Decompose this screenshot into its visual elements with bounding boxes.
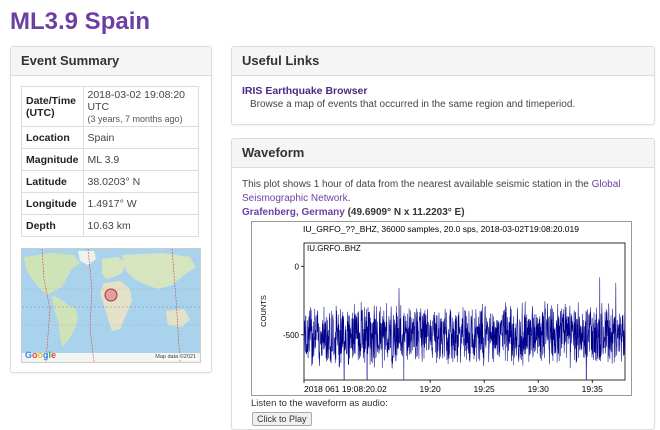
google-logo: Google	[25, 350, 57, 360]
y-axis-label: COUNTS	[259, 295, 268, 327]
row-key: Depth	[21, 214, 84, 237]
table-row: Longitude 1.4917° W	[21, 192, 199, 215]
world-map-image	[22, 249, 200, 362]
row-value: 38.0203° N	[82, 170, 199, 193]
datetime-ago: (3 years, 7 months ago)	[87, 113, 183, 124]
link-description: Browse a map of events that occurred in …	[250, 99, 576, 110]
play-audio-button[interactable]: Click to Play	[252, 412, 312, 426]
row-value: ML 3.9	[82, 148, 199, 171]
row-key: Location	[21, 126, 84, 149]
y-tick-label: -500	[283, 331, 300, 340]
waveform-heading: Waveform	[232, 139, 654, 168]
event-summary-table: Date/Time (UTC) 2018-03-02 19:08:20 UTC …	[21, 86, 199, 237]
waveform-panel: Waveform This plot shows 1 hour of data …	[231, 138, 655, 430]
x-tick-label: 19:30	[528, 384, 550, 394]
epicenter-marker	[104, 288, 118, 302]
x-tick-label: 2018 061 19:08:20.02	[304, 384, 387, 394]
event-map[interactable]: Google Map data ©2021	[21, 248, 201, 363]
row-value: Spain	[82, 126, 199, 149]
map-attribution: Map data ©2021	[154, 354, 197, 360]
station-name: Grafenberg, Germany	[242, 207, 345, 218]
waveform-chart: IU_GRFO_??_BHZ, 36000 samples, 20.0 sps,…	[259, 224, 626, 394]
useful-links-heading: Useful Links	[232, 47, 654, 76]
listen-label: Listen to the waveform as audio:	[251, 398, 388, 409]
row-key: Date/Time (UTC)	[21, 86, 84, 127]
x-tick-label: 19:35	[582, 384, 604, 394]
page-title: ML3.9 Spain	[10, 8, 151, 35]
iris-browser-link[interactable]: IRIS Earthquake Browser	[242, 85, 367, 97]
waveform-description-text: This plot shows 1 hour of data from the …	[242, 179, 592, 190]
table-row: Magnitude ML 3.9	[21, 148, 199, 171]
waveform-line	[304, 277, 625, 380]
row-key: Magnitude	[21, 148, 84, 171]
table-row: Depth 10.63 km	[21, 214, 199, 237]
table-row: Latitude 38.0203° N	[21, 170, 199, 193]
event-summary-panel: Event Summary Date/Time (UTC) 2018-03-02…	[10, 46, 212, 373]
waveform-description: This plot shows 1 hour of data from the …	[242, 178, 642, 205]
event-summary-heading: Event Summary	[11, 47, 211, 76]
waveform-description-end: .	[347, 192, 351, 204]
row-key: Latitude	[21, 170, 84, 193]
station-info: Grafenberg, Germany (49.6909° N x 11.220…	[242, 207, 465, 218]
row-value: 1.4917° W	[82, 192, 199, 215]
table-row: Date/Time (UTC) 2018-03-02 19:08:20 UTC …	[21, 86, 199, 127]
y-tick-label: 0	[295, 262, 300, 271]
row-value: 2018-03-02 19:08:20 UTC (3 years, 7 mont…	[82, 86, 199, 127]
station-coords: (49.6909° N x 11.2203° E)	[347, 207, 465, 218]
row-value: 10.63 km	[82, 214, 199, 237]
chart-title: IU_GRFO_??_BHZ, 36000 samples, 20.0 sps,…	[303, 224, 579, 234]
x-tick-label: 19:25	[474, 384, 496, 394]
waveform-plot: IU_GRFO_??_BHZ, 36000 samples, 20.0 sps,…	[251, 221, 632, 396]
datetime-value: 2018-03-02 19:08:20 UTC	[87, 88, 186, 113]
trace-label: IU.GRFO..BHZ	[307, 244, 361, 253]
table-row: Location Spain	[21, 126, 199, 149]
waveform-trace	[304, 277, 625, 380]
useful-links-panel: Useful Links IRIS Earthquake Browser Bro…	[231, 46, 655, 125]
row-key: Longitude	[21, 192, 84, 215]
x-tick-label: 19:20	[419, 384, 441, 394]
